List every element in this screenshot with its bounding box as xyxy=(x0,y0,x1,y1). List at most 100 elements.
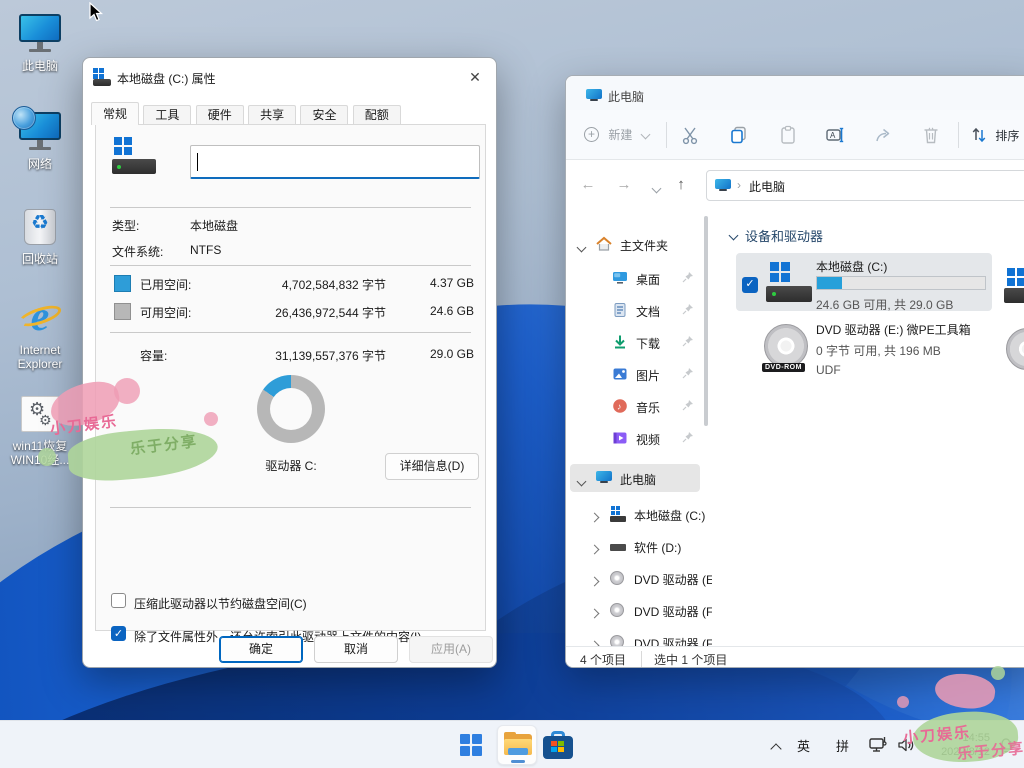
sidebar-item-downloads[interactable]: 下载 xyxy=(570,328,700,356)
close-icon[interactable]: ✕ xyxy=(464,66,486,88)
apply-button[interactable]: 应用(A) xyxy=(409,636,493,663)
explorer-tab[interactable]: 此电脑 xyxy=(574,80,774,110)
address-bar[interactable]: › 此电脑 xyxy=(706,170,1024,201)
microsoft-store-button[interactable] xyxy=(543,731,575,763)
index-contents-checkbox[interactable]: ✓ xyxy=(111,626,126,641)
back-icon[interactable]: ← xyxy=(576,173,600,197)
free-space-label: 可用空间: xyxy=(140,304,191,321)
drive-icon xyxy=(610,506,626,522)
ime-pinyin-button[interactable]: 拼 xyxy=(836,736,849,755)
tab-general[interactable]: 常规 xyxy=(91,102,139,125)
drive-info: 24.6 GB 可用, 共 29.0 GB xyxy=(816,296,953,313)
gears-app-icon: ⚙ ⚙ xyxy=(16,392,64,436)
desktop-icon-recycle-bin[interactable]: ♻ 回收站 xyxy=(2,205,78,266)
dialog-titlebar[interactable]: 本地磁盘 (C:) 属性 ✕ xyxy=(83,58,496,96)
drive-chart-label: 驱动器 C: xyxy=(224,457,358,474)
cut-button[interactable] xyxy=(680,125,700,151)
sidebar-scrollbar[interactable] xyxy=(704,216,708,426)
disc-icon-partial[interactable] xyxy=(1006,328,1024,370)
drive-icon-partial[interactable] xyxy=(1004,270,1024,306)
sort-button[interactable]: 排序 xyxy=(970,126,1019,152)
clock-date: 2022/8/12 xyxy=(925,745,990,759)
desktop-icon-label-line2: WIN10经... xyxy=(2,453,78,467)
network-icon[interactable] xyxy=(868,735,888,755)
sidebar-item-label: DVD 驱动器 (E xyxy=(634,571,712,588)
free-space-swatch xyxy=(114,303,131,320)
ok-button[interactable]: 确定 xyxy=(219,636,303,663)
used-space-size: 4.37 GB xyxy=(404,276,474,290)
divider xyxy=(110,332,471,333)
share-button[interactable] xyxy=(874,125,894,151)
new-button[interactable]: + 新建 xyxy=(584,126,649,152)
sidebar-item-desktop[interactable]: 桌面 xyxy=(570,264,700,292)
copy-button[interactable] xyxy=(729,125,749,151)
field-label: 类型: xyxy=(112,217,139,234)
details-button[interactable]: 详细信息(D) xyxy=(385,453,479,480)
delete-button[interactable] xyxy=(921,125,941,151)
history-chevron-icon[interactable] xyxy=(644,176,668,200)
sidebar-item-label: DVD 驱动器 (F xyxy=(634,603,712,620)
this-pc-icon xyxy=(16,12,64,56)
sidebar-item-drive-c[interactable]: 本地磁盘 (C:) xyxy=(570,500,700,528)
sidebar-item-drive-d[interactable]: 软件 (D:) xyxy=(570,532,700,560)
sidebar-item-pictures[interactable]: 图片 xyxy=(570,360,700,388)
file-explorer-taskbar-button[interactable] xyxy=(497,725,537,765)
sidebar-item-dvd-partial[interactable]: DVD 驱动器 (F:) xyxy=(570,628,700,646)
explorer-toolbar: + 新建 xyxy=(566,110,1024,160)
up-icon[interactable]: ↑ xyxy=(669,173,693,197)
pin-icon xyxy=(682,335,694,347)
selected-checkbox[interactable]: ✓ xyxy=(742,277,758,293)
download-icon xyxy=(612,334,628,350)
desktop-icon-network[interactable]: 网络 xyxy=(2,110,78,171)
forward-icon[interactable]: → xyxy=(612,173,636,197)
sidebar-item-home[interactable]: 主文件夹 xyxy=(570,230,700,258)
explorer-navigation-bar: ← → ↑ › 此电脑 xyxy=(566,161,1024,210)
ime-language-button[interactable]: 英 xyxy=(797,736,810,755)
compress-drive-checkbox[interactable] xyxy=(111,593,126,608)
breadcrumb-root[interactable]: 此电脑 xyxy=(749,178,785,195)
sidebar-item-dvd-f[interactable]: DVD 驱动器 (F xyxy=(570,596,700,624)
notification-bell-icon[interactable]: z xyxy=(996,735,1016,755)
start-button[interactable] xyxy=(455,729,487,761)
desktop-icon-label: 网络 xyxy=(2,157,78,171)
sidebar-item-this-pc[interactable]: 此电脑 xyxy=(570,464,700,492)
dvd-e-item[interactable]: DVD-ROM DVD 驱动器 (E:) 微PE工具箱 0 字节 可用, 共 1… xyxy=(736,316,992,382)
sidebar-item-videos[interactable]: 视频 xyxy=(570,424,700,452)
tab-security[interactable]: 安全 xyxy=(300,105,348,125)
volume-icon[interactable] xyxy=(896,735,916,755)
field-label: 文件系统: xyxy=(112,243,163,260)
rename-button[interactable]: A xyxy=(825,125,845,151)
pin-icon xyxy=(682,271,694,283)
devices-section-header[interactable]: 设备和驱动器 xyxy=(730,226,823,245)
tab-tools[interactable]: 工具 xyxy=(143,105,191,125)
desktop-icon-win11-restore[interactable]: ⚙ ⚙ win11恢复 WIN10经... xyxy=(2,392,78,467)
explorer-sidebar: 主文件夹 桌面 xyxy=(566,210,712,646)
desktop-icon-label: Internet Explorer xyxy=(2,343,78,371)
taskbar-clock[interactable]: 14:55 2022/8/12 xyxy=(925,731,990,759)
used-space-swatch xyxy=(114,275,131,292)
field-value: NTFS xyxy=(190,243,221,257)
tab-hardware[interactable]: 硬件 xyxy=(196,105,244,125)
tab-sharing[interactable]: 共享 xyxy=(248,105,296,125)
desktop-icon-internet-explorer[interactable]: e Internet Explorer xyxy=(2,296,78,371)
pictures-icon xyxy=(612,366,628,382)
sidebar-item-documents[interactable]: 文档 xyxy=(570,296,700,324)
sidebar-item-music[interactable]: ♪ 音乐 xyxy=(570,392,700,420)
explorer-titlebar[interactable]: 此电脑 xyxy=(566,76,1024,110)
tab-quota[interactable]: 配额 xyxy=(353,105,401,125)
tray-chevron-up-icon[interactable] xyxy=(770,743,781,754)
desktop-icon-this-pc[interactable]: 此电脑 xyxy=(2,12,78,73)
drive-c-item[interactable]: ✓ 本地磁盘 (C:) 24.6 GB 可用, 共 29.0 GB xyxy=(736,253,992,311)
drive-icon xyxy=(112,137,158,177)
selected-count: 选中 1 个项目 xyxy=(641,651,727,668)
free-space-bytes: 26,436,972,544 字节 xyxy=(236,304,386,321)
cut-icon xyxy=(680,125,700,145)
desktop-icon-label: win11恢复 xyxy=(2,439,78,453)
chevron-right-icon xyxy=(591,510,598,524)
sidebar-item-dvd-e[interactable]: DVD 驱动器 (E xyxy=(570,564,700,592)
active-app-indicator xyxy=(511,760,525,763)
home-icon xyxy=(596,236,612,252)
paste-button[interactable] xyxy=(778,125,798,151)
volume-label-input[interactable] xyxy=(190,145,480,179)
cancel-button[interactable]: 取消 xyxy=(314,636,398,663)
